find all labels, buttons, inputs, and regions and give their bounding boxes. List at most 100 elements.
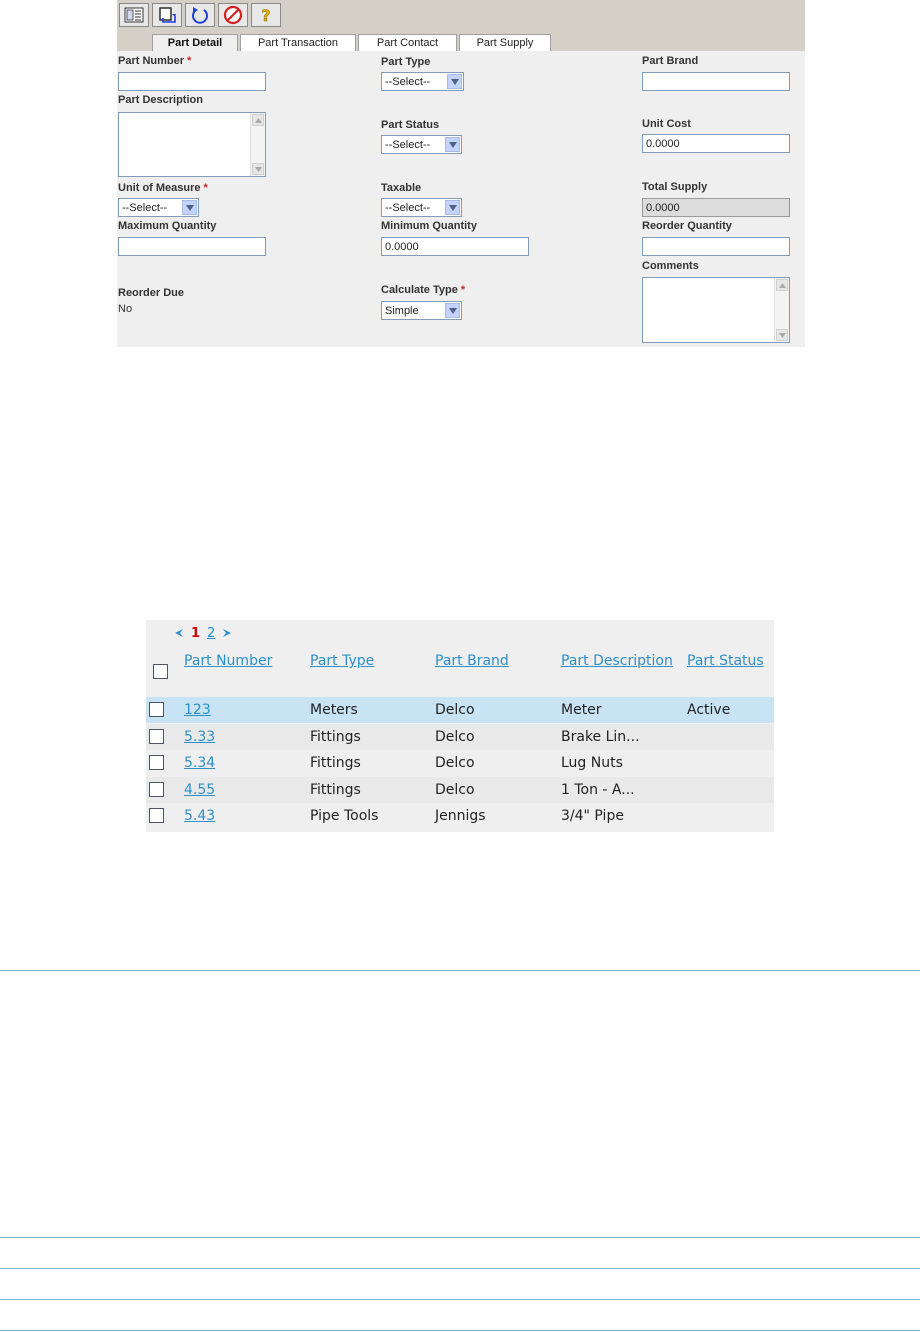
cell-part-number[interactable]: 4.55	[184, 782, 215, 798]
chevron-down-icon	[445, 303, 460, 318]
table-row[interactable]: 4.55 Fittings Delco 1 Ton - A...	[146, 776, 774, 803]
cancel-button[interactable]	[218, 3, 248, 27]
table-row[interactable]: 5.33 Fittings Delco Brake Lin...	[146, 723, 774, 750]
cell-part-number[interactable]: 5.33	[184, 729, 215, 745]
part-brand-input[interactable]	[642, 72, 790, 91]
chevron-down-icon	[447, 74, 462, 89]
row-checkbox[interactable]	[149, 755, 164, 770]
unit-cost-label: Unit Cost	[642, 118, 691, 130]
divider	[0, 1330, 920, 1331]
part-type-label: Part Type	[381, 56, 431, 68]
calculate-type-value: Simple	[385, 304, 419, 317]
minimum-quantity-input[interactable]	[381, 237, 529, 256]
tab-part-transaction[interactable]: Part Transaction	[240, 34, 356, 51]
taxable-value: --Select--	[385, 201, 431, 214]
calculate-type-select[interactable]: Simple	[381, 301, 462, 320]
refresh-icon	[190, 6, 210, 24]
scroll-up-icon[interactable]	[776, 279, 788, 291]
cell-part-type: Fittings	[310, 755, 361, 771]
row-checkbox[interactable]	[149, 808, 164, 823]
part-status-select[interactable]: --Select--	[381, 135, 462, 154]
tab-part-detail[interactable]: Part Detail	[152, 34, 238, 51]
pager: 1 2	[174, 625, 232, 641]
row-checkbox[interactable]	[149, 728, 164, 744]
part-description-textarea[interactable]	[118, 112, 266, 177]
part-status-value: --Select--	[385, 138, 431, 151]
list-icon	[124, 7, 144, 23]
reorder-due-value: No	[118, 303, 133, 315]
help-button[interactable]: ?	[251, 3, 281, 27]
part-status-label: Part Status	[381, 119, 440, 131]
header-part-description[interactable]: Part Description	[561, 653, 673, 669]
tab-part-contact[interactable]: Part Contact	[358, 34, 457, 51]
unit-cost-input[interactable]	[642, 134, 790, 153]
maximum-quantity-label: Maximum Quantity	[118, 220, 217, 232]
row-checkbox[interactable]	[149, 781, 164, 797]
header-part-number[interactable]: Part Number	[184, 653, 272, 669]
cell-part-type: Fittings	[310, 728, 361, 745]
part-detail-panel: ? Part Detail Part Transaction Part Cont…	[117, 0, 805, 347]
tab-part-supply[interactable]: Part Supply	[459, 34, 551, 51]
refresh-button[interactable]	[185, 3, 215, 27]
cell-part-number[interactable]: 5.43	[184, 808, 215, 824]
cell-part-brand: Delco	[435, 702, 475, 718]
page-link-2[interactable]: 2	[207, 626, 215, 641]
part-description-label: Part Description	[118, 94, 203, 106]
part-number-label-text: Part Number	[118, 55, 185, 67]
divider	[0, 1268, 920, 1269]
save-button[interactable]	[152, 3, 182, 27]
divider	[0, 970, 920, 971]
part-number-label: Part Number *	[118, 55, 191, 67]
scrollbar[interactable]	[250, 113, 265, 176]
table-row[interactable]: 5.43 Pipe Tools Jennigs 3/4" Pipe	[146, 803, 774, 829]
cell-part-description: 3/4" Pipe	[561, 808, 624, 824]
cell-part-type: Pipe Tools	[310, 808, 379, 824]
header-part-brand[interactable]: Part Brand	[435, 653, 509, 669]
part-number-input[interactable]	[118, 72, 266, 91]
calculate-type-label-text: Calculate Type	[381, 284, 458, 296]
table-row[interactable]: 5.34 Fittings Delco Lug Nuts	[146, 750, 774, 776]
cell-part-number[interactable]: 123	[184, 702, 211, 718]
unit-of-measure-select[interactable]: --Select--	[118, 198, 199, 217]
comments-label: Comments	[642, 260, 699, 272]
help-icon: ?	[256, 5, 276, 25]
header-part-type[interactable]: Part Type	[310, 653, 374, 669]
required-mark: *	[187, 55, 192, 67]
divider	[0, 1299, 920, 1300]
chevron-down-icon	[182, 200, 197, 215]
scroll-up-icon[interactable]	[252, 114, 264, 126]
select-all-checkbox[interactable]	[153, 664, 168, 679]
table-row[interactable]: 123 Meters Delco Meter Active	[146, 697, 774, 723]
reorder-quantity-input[interactable]	[642, 237, 790, 256]
total-supply-label: Total Supply	[642, 181, 708, 193]
cell-part-brand: Delco	[435, 781, 475, 798]
cell-part-number[interactable]: 5.34	[184, 755, 215, 771]
save-icon	[157, 6, 177, 24]
parts-grid: 1 2 Part Number Part Type Part Brand Par…	[146, 620, 774, 832]
tab-bar: Part Detail Part Transaction Part Contac…	[117, 30, 805, 51]
cell-part-type: Fittings	[310, 781, 361, 798]
total-supply-field	[642, 198, 790, 217]
cell-part-description: 1 Ton - A...	[561, 781, 635, 798]
unit-of-measure-label-text: Unit of Measure	[118, 182, 201, 194]
maximum-quantity-input[interactable]	[118, 237, 266, 256]
next-page-icon[interactable]	[222, 628, 232, 638]
header-part-status[interactable]: Part Status	[687, 653, 764, 669]
list-view-button[interactable]	[119, 3, 149, 27]
previous-page-icon[interactable]	[174, 628, 184, 638]
cell-part-description: Brake Lin...	[561, 728, 640, 745]
cell-part-type: Meters	[310, 702, 358, 718]
part-type-select[interactable]: --Select--	[381, 72, 464, 91]
required-mark: *	[460, 284, 466, 296]
taxable-select[interactable]: --Select--	[381, 198, 462, 217]
minimum-quantity-label: Minimum Quantity	[381, 220, 477, 232]
scroll-down-icon[interactable]	[252, 163, 264, 175]
scrollbar[interactable]	[774, 278, 789, 342]
svg-text:?: ?	[261, 6, 270, 25]
scroll-down-icon[interactable]	[776, 329, 788, 341]
comments-textarea[interactable]	[642, 277, 790, 343]
row-checkbox[interactable]	[149, 702, 164, 717]
chevron-down-icon	[445, 200, 460, 215]
part-brand-label: Part Brand	[642, 55, 699, 67]
part-type-value: --Select--	[385, 75, 431, 88]
